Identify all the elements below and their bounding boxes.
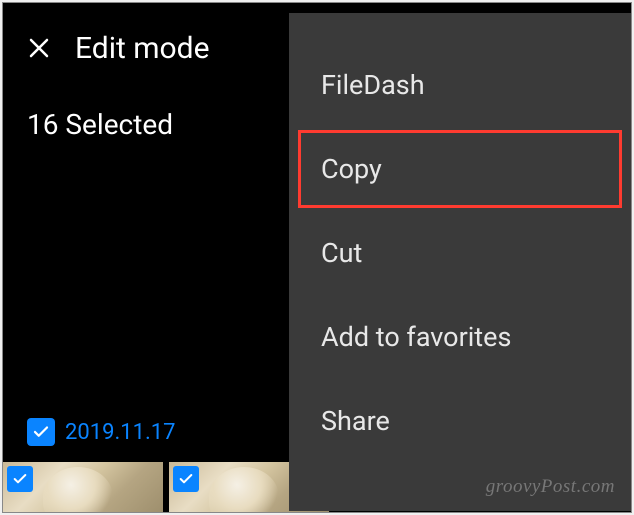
thumbnail-checkbox[interactable] [7, 466, 33, 492]
check-icon [32, 423, 50, 441]
date-group-row[interactable]: 2019.11.17 [27, 418, 176, 446]
context-menu: FileDash Copy Cut Add to favorites Share [289, 13, 631, 511]
menu-item-filedash[interactable]: FileDash [289, 43, 631, 127]
close-button[interactable] [27, 33, 51, 65]
thumbnail-checkbox[interactable] [173, 466, 199, 492]
watermark-text: groovyPost.com [486, 476, 615, 498]
check-icon [178, 471, 194, 487]
date-group-checkbox[interactable] [27, 418, 55, 446]
menu-item-cut[interactable]: Cut [289, 211, 631, 295]
menu-item-add-to-favorites[interactable]: Add to favorites [289, 295, 631, 379]
menu-item-share[interactable]: Share [289, 379, 631, 463]
app-frame: Edit mode 16 Selected 2019.11.17 [2, 2, 632, 513]
date-group-label: 2019.11.17 [65, 420, 176, 445]
close-icon [27, 36, 51, 60]
page-title: Edit mode [75, 31, 210, 66]
menu-item-copy[interactable]: Copy [295, 127, 625, 211]
check-icon [12, 471, 28, 487]
photo-thumbnail[interactable] [3, 462, 163, 512]
